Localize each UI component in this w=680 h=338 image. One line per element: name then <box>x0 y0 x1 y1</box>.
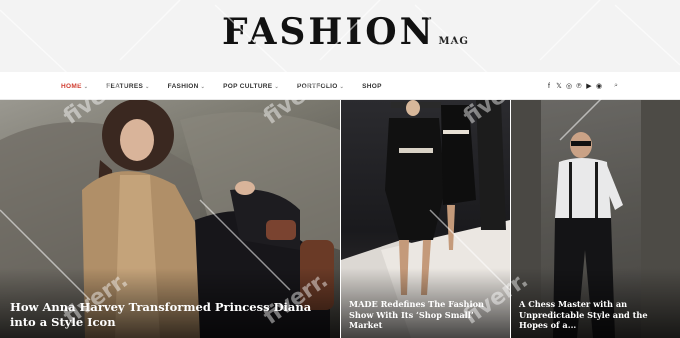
featured-post-chess[interactable]: A Chess Master with an Unpredictable Sty… <box>511 100 680 338</box>
nav-item-fashion[interactable]: FASHION ⌄ <box>168 83 206 90</box>
instagram-icon[interactable]: ◎ <box>564 82 574 90</box>
nav-item-label: FASHION <box>167 82 199 90</box>
nav-item-portfolio[interactable]: PORTFOLIO ⌄ <box>297 83 344 90</box>
search-icon[interactable]: ⌕ <box>610 82 622 90</box>
chevron-down-icon: ⌄ <box>339 83 345 90</box>
pinterest-icon[interactable]: ℗ <box>574 83 584 90</box>
post-title[interactable]: How Anna Harvey Transformed Princess Dia… <box>10 300 330 330</box>
main-navigation: HOME ⌄ FEATURES ⌄ FASHION ⌄ POP CULTURE ⌄ PO… <box>0 72 680 100</box>
nav-item-home[interactable]: HOME ⌄ <box>61 83 88 90</box>
social-links: f 𝕏 ◎ ℗ ▶ ◉ ⌕ <box>544 72 622 100</box>
chevron-down-icon: ⌄ <box>83 83 89 90</box>
chevron-down-icon: ⌄ <box>274 83 279 90</box>
logo-wordmark: FASHION <box>222 11 436 53</box>
nav-item-features[interactable]: FEATURES ⌄ <box>106 83 149 90</box>
spotify-icon[interactable]: ◉ <box>594 82 604 90</box>
post-title[interactable]: MADE Redefines The Fashion Show With Its… <box>349 299 504 331</box>
facebook-icon[interactable]: f <box>544 83 554 90</box>
chevron-down-icon: ⌄ <box>145 83 150 90</box>
post-title[interactable]: A Chess Master with an Unpredictable Sty… <box>519 299 674 331</box>
nav-item-label: POP CULTURE <box>223 82 273 90</box>
nav-item-label: PORTFOLIO <box>296 82 338 90</box>
x-icon[interactable]: 𝕏 <box>554 82 564 90</box>
youtube-icon[interactable]: ▶ <box>584 82 594 90</box>
masthead: FASHION MAG <box>0 0 680 72</box>
chevron-down-icon: ⌄ <box>200 83 206 90</box>
featured-posts-grid: How Anna Harvey Transformed Princess Dia… <box>0 100 680 338</box>
nav-item-label: HOME <box>61 82 82 90</box>
site-logo[interactable]: FASHION MAG <box>222 14 469 50</box>
nav-item-shop[interactable]: SHOP <box>362 83 382 90</box>
nav-item-label: SHOP <box>362 82 382 90</box>
nav-menu: HOME ⌄ FEATURES ⌄ FASHION ⌄ POP CULTURE ⌄ PO… <box>61 72 400 100</box>
nav-item-label: FEATURES <box>106 82 144 90</box>
featured-post-runway[interactable]: MADE Redefines The Fashion Show With Its… <box>341 100 510 338</box>
nav-item-pop-culture[interactable]: POP CULTURE ⌄ <box>223 83 279 90</box>
logo-subtitle: MAG <box>438 36 469 47</box>
featured-post-main[interactable]: How Anna Harvey Transformed Princess Dia… <box>0 100 340 338</box>
